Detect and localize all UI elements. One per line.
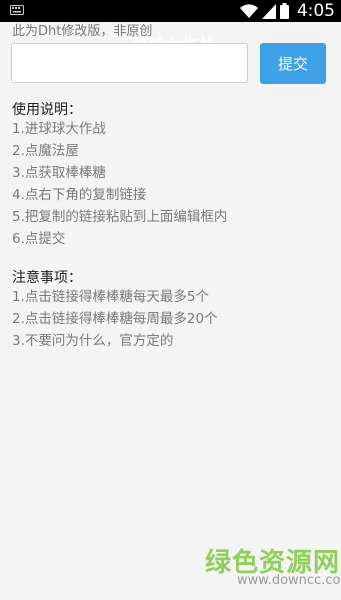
- list-item: 2.点魔法屋: [12, 143, 79, 159]
- battery-icon: [280, 3, 289, 19]
- list-item: 3.不要问为什么，官方定的: [12, 333, 174, 349]
- notes-list: 1.点击链接得棒棒糖每天最多5个 2.点击链接得棒棒糖每周最多20个 3.不要问…: [12, 286, 218, 352]
- status-bar: 4:05: [0, 0, 341, 22]
- list-item: 6.点提交: [12, 231, 66, 247]
- notes-title: 注意事项：: [12, 270, 82, 286]
- list-item: 4.点右下角的复制链接: [12, 187, 147, 203]
- instructions-title: 使用说明：: [12, 102, 82, 118]
- submit-button[interactable]: 提交: [260, 43, 326, 84]
- keyboard-icon: [10, 5, 24, 15]
- list-item: 5.把复制的链接粘贴到上面编辑框内: [12, 209, 228, 225]
- instructions-list: 1.进球球大作战 2.点魔法屋 3.点获取棒棒糖 4.点右下角的复制链接 5.把…: [12, 118, 227, 250]
- watermark-url: www.downcc.com: [237, 573, 341, 588]
- list-item: 2.点击链接得棒棒糖每周最多20个: [12, 311, 218, 327]
- list-item: 1.进球球大作战: [12, 121, 106, 137]
- link-input[interactable]: [11, 43, 248, 83]
- list-item: 3.点获取棒棒糖: [12, 165, 106, 181]
- signal-icon: [262, 3, 276, 19]
- list-item: 1.点击链接得棒棒糖每天最多5个: [12, 289, 209, 305]
- status-time: 4:05: [296, 1, 335, 21]
- wifi-icon: [240, 3, 258, 18]
